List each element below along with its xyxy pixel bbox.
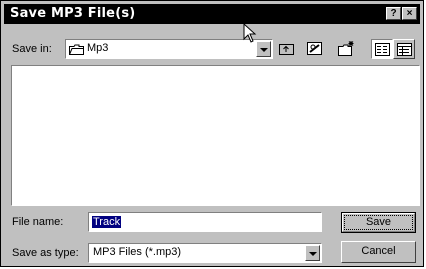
save-button[interactable]: Save	[341, 212, 416, 233]
up-one-level-icon	[279, 44, 294, 55]
file-list[interactable]	[11, 65, 420, 206]
dialog-title: Save MP3 File(s)	[10, 6, 136, 21]
close-button[interactable]: ×	[402, 7, 417, 20]
save-as-type-value: MP3 Files (*.mp3)	[93, 246, 182, 258]
details-view-icon	[397, 43, 412, 56]
title-bar[interactable]: Save MP3 File(s) ? ×	[4, 4, 420, 24]
mouse-cursor-icon	[243, 23, 257, 43]
details-view-button[interactable]	[393, 39, 415, 59]
save-in-label: Save in:	[12, 43, 52, 55]
desktop-button[interactable]	[304, 39, 326, 59]
file-name-label: File name:	[12, 216, 64, 228]
cancel-button[interactable]: Cancel	[341, 241, 416, 263]
save-dialog: Save MP3 File(s) ? × Save in: Mp3 File n…	[0, 0, 424, 267]
save-as-type-label: Save as type:	[12, 247, 79, 259]
chevron-down-icon[interactable]	[256, 41, 271, 57]
up-one-level-button[interactable]	[276, 39, 298, 59]
list-view-icon	[375, 43, 390, 56]
chevron-down-icon[interactable]	[305, 245, 320, 261]
save-as-type-dropdown[interactable]: MP3 Files (*.mp3)	[88, 243, 322, 263]
focus-rect	[344, 215, 413, 230]
folder-icon	[69, 44, 84, 55]
new-folder-icon	[338, 41, 354, 56]
new-folder-button[interactable]	[335, 39, 357, 59]
desktop-icon	[307, 42, 322, 55]
save-in-value: Mp3	[87, 42, 109, 54]
file-name-value: Track	[92, 216, 122, 228]
file-name-input[interactable]: Track	[88, 212, 322, 232]
help-button[interactable]: ?	[386, 7, 401, 20]
cancel-button-label: Cancel	[361, 245, 396, 257]
list-view-button[interactable]	[371, 39, 393, 59]
save-in-dropdown[interactable]: Mp3	[65, 39, 273, 59]
